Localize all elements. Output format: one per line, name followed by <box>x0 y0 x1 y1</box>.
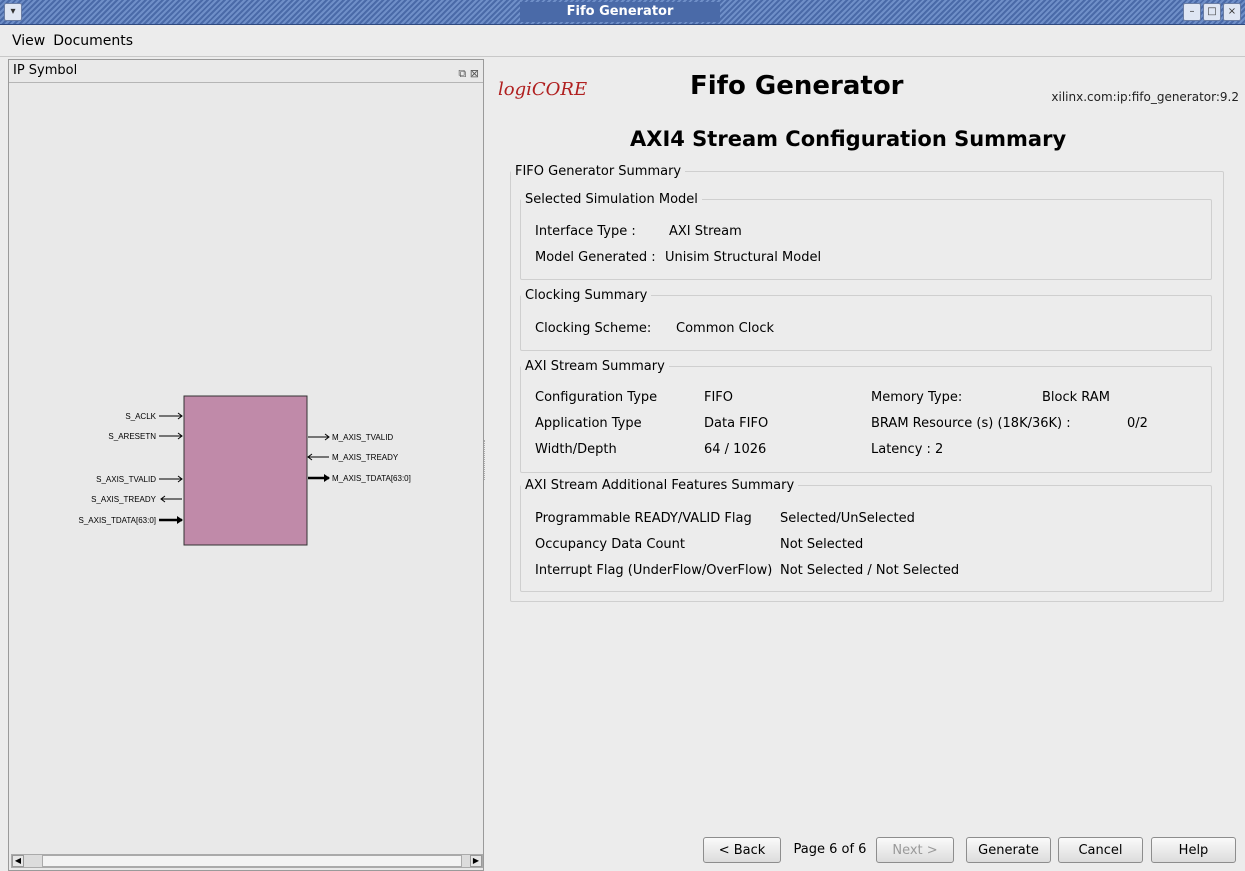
occupancy-label: Occupancy Data Count <box>535 537 685 552</box>
width-depth-label: Width/Depth <box>535 442 617 457</box>
clocking-summary-legend: Clocking Summary <box>525 288 648 303</box>
ip-block <box>183 395 308 546</box>
application-type-label: Application Type <box>535 416 642 431</box>
axi-stream-summary-legend: AXI Stream Summary <box>525 359 665 374</box>
window-menu-icon[interactable]: ▾ <box>4 3 22 21</box>
ip-symbol-canvas: S_ACLK S_ARESETN S_AXIS_TVALID S_AXIS_TR… <box>9 83 483 853</box>
cancel-button[interactable]: Cancel <box>1058 837 1143 863</box>
occupancy-value: Not Selected <box>780 537 864 552</box>
port-s-axis-tready: S_AXIS_TREADY <box>91 495 157 504</box>
port-s-axis-tvalid: S_AXIS_TVALID <box>96 475 156 484</box>
prog-flag-label: Programmable READY/VALID Flag <box>535 511 752 526</box>
interrupt-flag-label: Interrupt Flag (UnderFlow/OverFlow) <box>535 563 773 578</box>
scroll-thumb[interactable] <box>42 855 462 867</box>
logicore-logo: logiCORE <box>498 79 588 100</box>
interface-type-label: Interface Type : <box>535 224 636 239</box>
additional-features-legend: AXI Stream Additional Features Summary <box>525 478 795 493</box>
horizontal-scrollbar[interactable]: ◀ ▶ <box>11 854 483 868</box>
ip-symbol-panel: IP Symbol ⧉ ⊠ S_ACLK S_ARESETN S_AXIS_TV… <box>8 59 484 871</box>
restore-icon[interactable]: ⧉ <box>458 67 466 80</box>
page-indicator: Page 6 of 6 <box>793 842 867 857</box>
config-type-value: FIFO <box>704 390 734 405</box>
sim-model-legend: Selected Simulation Model <box>525 192 698 207</box>
menu-bar: View Documents <box>0 25 1245 57</box>
port-m-axis-tvalid: M_AXIS_TVALID <box>332 433 393 442</box>
port-m-axis-tready: M_AXIS_TREADY <box>332 453 399 462</box>
scroll-left-icon[interactable]: ◀ <box>12 855 24 867</box>
window-title-bar[interactable]: ▾ Fifo Generator – □ × <box>0 0 1245 25</box>
interrupt-flag-value: Not Selected / Not Selected <box>780 563 960 578</box>
model-generated-label: Model Generated : <box>535 250 656 265</box>
latency-label: Latency : 2 <box>871 442 944 457</box>
page-subtitle: AXI4 Stream Configuration Summary <box>630 127 1067 151</box>
panel-header: IP Symbol ⧉ ⊠ <box>9 60 483 83</box>
ip-identifier: xilinx.com:ip:fifo_generator:9.2 <box>1051 90 1239 104</box>
application-type-value: Data FIFO <box>704 416 769 431</box>
menu-documents[interactable]: Documents <box>53 33 133 49</box>
clocking-scheme-value: Common Clock <box>676 321 775 336</box>
bram-resource-value: 0/2 <box>1127 416 1148 431</box>
port-s-aresetn: S_ARESETN <box>108 432 156 441</box>
prog-flag-value: Selected/UnSelected <box>780 511 915 526</box>
maximize-button[interactable]: □ <box>1203 3 1221 21</box>
clocking-scheme-label: Clocking Scheme: <box>535 321 652 336</box>
ip-symbol-diagram: S_ACLK S_ARESETN S_AXIS_TVALID S_AXIS_TR… <box>78 395 411 546</box>
back-button[interactable]: < Back <box>703 837 781 863</box>
help-button[interactable]: Help <box>1151 837 1236 863</box>
scroll-right-icon[interactable]: ▶ <box>470 855 482 867</box>
width-depth-value: 64 / 1026 <box>704 442 767 457</box>
close-button[interactable]: × <box>1223 3 1241 21</box>
port-m-axis-tdata: M_AXIS_TDATA[63:0] <box>332 474 411 483</box>
panel-splitter[interactable] <box>484 440 489 480</box>
memory-type-value: Block RAM <box>1042 390 1110 405</box>
generate-button[interactable]: Generate <box>966 837 1051 863</box>
port-s-aclk: S_ACLK <box>125 412 156 421</box>
memory-type-label: Memory Type: <box>871 390 963 405</box>
summary-page: logiCORE Fifo Generator xilinx.com:ip:fi… <box>490 59 1245 870</box>
model-generated-value: Unisim Structural Model <box>665 250 822 265</box>
clocking-summary-group: Clocking Summary <box>520 288 1212 351</box>
page-title: Fifo Generator <box>690 71 904 101</box>
next-button[interactable]: Next > <box>876 837 954 863</box>
interface-type-value: AXI Stream <box>669 224 742 239</box>
minimize-button[interactable]: – <box>1183 3 1201 21</box>
panel-title: IP Symbol <box>13 63 78 78</box>
fifo-summary-legend: FIFO Generator Summary <box>515 164 682 179</box>
port-s-axis-tdata: S_AXIS_TDATA[63:0] <box>78 516 156 525</box>
menu-view[interactable]: View <box>12 33 45 49</box>
close-icon[interactable]: ⊠ <box>470 67 479 80</box>
config-type-label: Configuration Type <box>535 390 658 405</box>
window-title: Fifo Generator <box>520 2 720 22</box>
bram-resource-label: BRAM Resource (s) (18K/36K) : <box>871 416 1071 431</box>
